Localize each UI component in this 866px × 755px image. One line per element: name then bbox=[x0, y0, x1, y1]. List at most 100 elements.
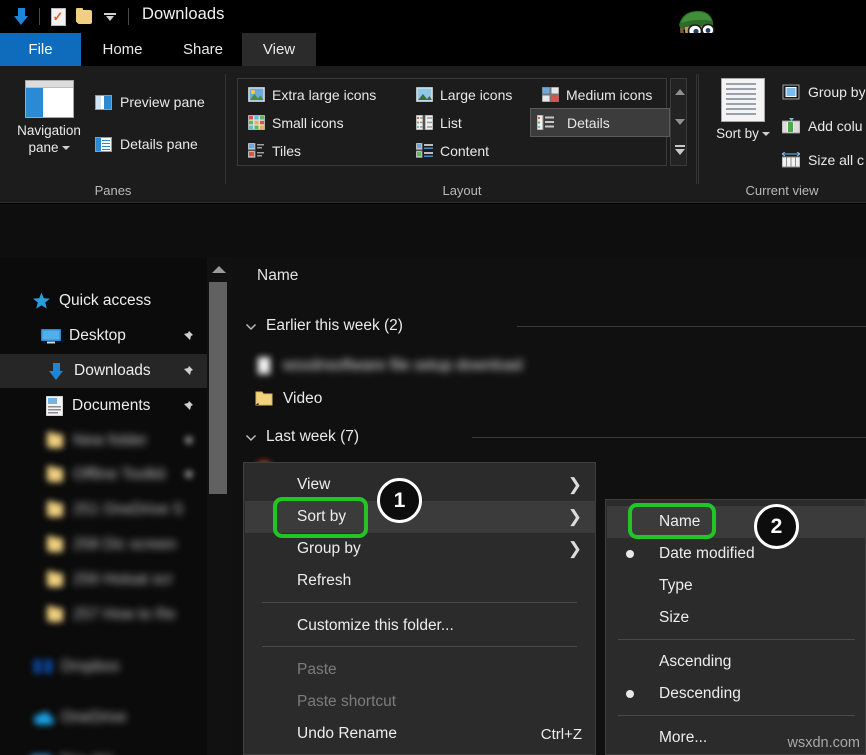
menu-item-paste: Paste bbox=[245, 654, 596, 686]
download-icon[interactable] bbox=[8, 4, 34, 29]
add-columns-button[interactable]: Add colu bbox=[782, 118, 862, 134]
menu-item-customize-this-folder[interactable]: Customize this folder... bbox=[245, 610, 596, 642]
layout-item-label: Small icons bbox=[272, 115, 344, 131]
layout-small-icons[interactable]: Small icons bbox=[242, 110, 350, 135]
sidebar-item-documents[interactable]: Documents bbox=[0, 389, 207, 423]
layout-large-icons[interactable]: Large icons bbox=[410, 82, 518, 107]
layout-item-label: Tiles bbox=[272, 143, 301, 159]
pin-icon[interactable] bbox=[180, 469, 193, 482]
chevron-down-icon[interactable] bbox=[245, 320, 257, 332]
sidebar-scrollbar[interactable] bbox=[207, 258, 232, 755]
pin-icon[interactable] bbox=[180, 365, 193, 378]
address-bar: ← → ⌄ ↑ ❯ This PC ❯ Downloads bbox=[0, 204, 866, 258]
sidebar-item-downloads[interactable]: Downloads bbox=[0, 354, 207, 388]
list-item[interactable]: Video bbox=[255, 386, 322, 412]
submenu-item-name[interactable]: Name bbox=[607, 506, 866, 538]
new-folder-icon[interactable] bbox=[71, 4, 97, 29]
sidebar-item-label: 251 OneDrive S bbox=[73, 501, 183, 519]
layout-gallery-scrollbar[interactable] bbox=[670, 78, 687, 166]
menu-item-group-by[interactable]: Group by ❯ bbox=[245, 533, 596, 565]
scroll-up-icon[interactable] bbox=[212, 266, 226, 273]
sort-by-button[interactable]: Sort by bbox=[712, 78, 774, 158]
sidebar-item-folder-258[interactable]: 258 Dic screen bbox=[0, 528, 207, 562]
navigation-pane-button[interactable]: Navigation pane bbox=[17, 80, 81, 158]
pin-icon[interactable] bbox=[180, 330, 193, 343]
desktop-icon bbox=[40, 326, 62, 346]
layout-tiles[interactable]: Tiles bbox=[242, 138, 307, 163]
sidebar-item-onedrive[interactable]: OneDrive bbox=[0, 701, 207, 735]
submenu-divider bbox=[618, 639, 855, 640]
scroll-down-icon[interactable] bbox=[675, 119, 685, 125]
properties-icon[interactable] bbox=[45, 4, 71, 29]
sidebar-item-this-pc[interactable]: This PC bbox=[0, 745, 207, 755]
sidebar-item-folder-251[interactable]: 251 OneDrive S bbox=[0, 493, 207, 527]
submenu-item-date-modified[interactable]: Date modified bbox=[607, 538, 866, 570]
sidebar-item-desktop[interactable]: Desktop bbox=[0, 319, 207, 353]
sidebar-item-label: OneDrive bbox=[61, 709, 126, 727]
column-header-name[interactable]: Name bbox=[232, 258, 866, 294]
menu-item-paste-shortcut: Paste shortcut bbox=[245, 686, 596, 718]
layout-content[interactable]: Content bbox=[410, 138, 495, 163]
submenu-item-size[interactable]: Size bbox=[607, 602, 866, 634]
scrollbar-thumb[interactable] bbox=[209, 282, 227, 494]
layout-item-label: Extra large icons bbox=[272, 87, 376, 103]
menu-item-label: View bbox=[297, 476, 330, 494]
scroll-up-icon[interactable] bbox=[675, 89, 685, 95]
onedrive-icon bbox=[32, 708, 54, 728]
menu-item-label: Customize this folder... bbox=[297, 617, 454, 635]
group-header-earlier-this-week[interactable]: Earlier this week (2) bbox=[245, 314, 403, 338]
chevron-right-icon: ❯ bbox=[568, 475, 582, 495]
sidebar-item-folder-257[interactable]: 257 How to Re bbox=[0, 598, 207, 632]
menu-item-label: Paste shortcut bbox=[297, 693, 396, 711]
submenu-item-ascending[interactable]: Ascending bbox=[607, 646, 866, 678]
quick-access-toolbar bbox=[8, 4, 134, 29]
submenu-item-type[interactable]: Type bbox=[607, 570, 866, 602]
sidebar-item-label: Desktop bbox=[69, 327, 126, 345]
navigation-pane: Quick access Desktop Downloads Documents bbox=[0, 258, 207, 755]
tab-file[interactable]: File bbox=[0, 33, 81, 66]
details-pane-label: Details pane bbox=[120, 136, 198, 152]
preview-pane-label: Preview pane bbox=[120, 94, 205, 110]
tab-share[interactable]: Share bbox=[164, 33, 242, 66]
menu-item-undo-rename[interactable]: Undo Rename Ctrl+Z bbox=[245, 718, 596, 750]
group-label-current-view: Current view bbox=[698, 183, 866, 198]
submenu-item-label: Size bbox=[659, 609, 689, 627]
menu-item-refresh[interactable]: Refresh bbox=[245, 565, 596, 597]
layout-extra-large-icons[interactable]: Extra large icons bbox=[242, 82, 382, 107]
chevron-down-icon[interactable] bbox=[245, 431, 257, 443]
layout-item-label: List bbox=[440, 115, 462, 131]
list-item[interactable]: wsxdnsoftware file setup download bbox=[255, 353, 523, 379]
size-all-columns-button[interactable]: Size all c bbox=[782, 152, 864, 168]
submenu-divider bbox=[618, 715, 855, 716]
layout-details[interactable]: Details bbox=[530, 108, 670, 137]
layout-list[interactable]: List bbox=[410, 110, 468, 135]
tab-home[interactable]: Home bbox=[81, 33, 164, 66]
submenu-item-descending[interactable]: Descending bbox=[607, 678, 866, 710]
group-by-button[interactable]: Group by bbox=[782, 84, 866, 100]
sidebar-item-dropbox[interactable]: Dropbox bbox=[0, 650, 207, 684]
customize-qat-icon[interactable] bbox=[97, 4, 123, 29]
sidebar-item-offline-toolkit[interactable]: Offline Toolkit bbox=[0, 458, 207, 492]
sidebar-item-quick-access[interactable]: Quick access bbox=[0, 284, 207, 318]
tab-view[interactable]: View bbox=[242, 33, 316, 66]
radio-selected-icon bbox=[626, 690, 634, 698]
layout-medium-icons[interactable]: Medium icons bbox=[536, 82, 658, 107]
group-label-layout: Layout bbox=[227, 183, 697, 198]
group-divider bbox=[698, 74, 699, 184]
chevron-down-icon bbox=[62, 146, 70, 150]
group-divider bbox=[696, 74, 697, 184]
menu-divider bbox=[262, 646, 577, 647]
folder-icon bbox=[44, 500, 66, 520]
details-pane-button[interactable]: Details pane bbox=[95, 136, 198, 152]
pin-icon[interactable] bbox=[180, 435, 193, 448]
folder-icon bbox=[44, 535, 66, 555]
pin-icon[interactable] bbox=[180, 400, 193, 413]
group-header-last-week[interactable]: Last week (7) bbox=[245, 425, 359, 449]
ribbon-group-panes: Navigation pane Preview pane Details pan… bbox=[0, 66, 226, 203]
menu-item-label: Group by bbox=[297, 540, 361, 558]
sidebar-item-folder-256[interactable]: 256 Hotsat scr bbox=[0, 563, 207, 597]
sidebar-item-new-folder[interactable]: New folder bbox=[0, 424, 207, 458]
preview-pane-button[interactable]: Preview pane bbox=[95, 94, 205, 110]
gallery-more-icon[interactable] bbox=[675, 149, 685, 155]
sidebar-item-label: Quick access bbox=[59, 292, 151, 310]
